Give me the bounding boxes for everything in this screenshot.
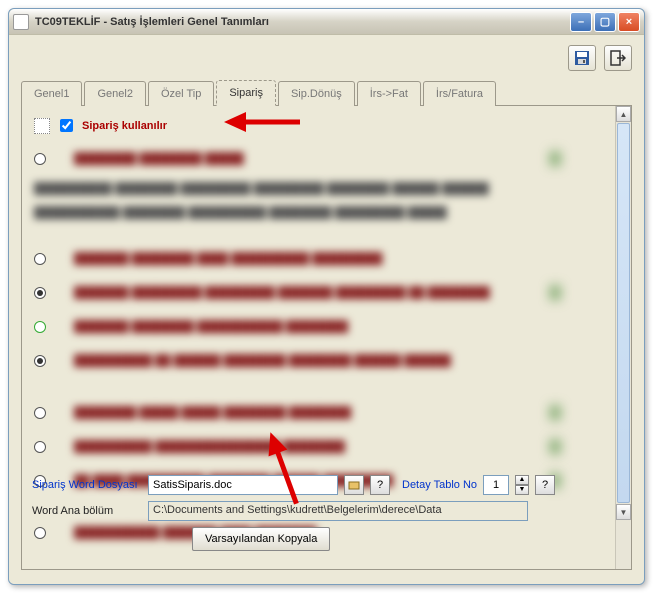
folder-icon bbox=[348, 479, 360, 491]
blurred-option: ███████ ████████ ████ ██████████ ███████… bbox=[74, 249, 382, 269]
app-window: TC09TEKLİF - Satış İşlemleri Genel Tanım… bbox=[8, 8, 645, 585]
blurred-option: ███████ █████████ █████████ ███████ ████… bbox=[74, 283, 490, 303]
bottom-fields: Sipariş Word Dosyası ? Detay Tablo No ▲▼… bbox=[32, 475, 621, 557]
detay-tablo-label: Detay Tablo No bbox=[402, 479, 477, 491]
siparis-kullanilir-row: Sipariş kullanılır bbox=[34, 116, 619, 135]
tab-panel-siparis: Sipariş kullanılır ████████ ████████ ███… bbox=[21, 106, 632, 570]
browse-button[interactable] bbox=[344, 475, 364, 495]
option-radio[interactable] bbox=[34, 355, 46, 367]
tab-genel1[interactable]: Genel1 bbox=[21, 81, 82, 106]
option-radio[interactable] bbox=[34, 153, 46, 165]
help-button-2[interactable]: ? bbox=[535, 475, 555, 495]
option-radio[interactable] bbox=[34, 407, 46, 419]
vertical-scrollbar[interactable]: ▲ ▼ bbox=[615, 106, 631, 569]
scroll-down-button[interactable]: ▼ bbox=[616, 504, 631, 520]
detay-spinner[interactable]: ▲▼ bbox=[515, 475, 529, 495]
word-dosyasi-label: Sipariş Word Dosyası bbox=[32, 479, 142, 491]
blurred-option: ████████ █████ █████ ████████ ████████ bbox=[74, 403, 351, 423]
detay-tablo-input[interactable] bbox=[483, 475, 509, 495]
tab-irs-fat[interactable]: İrs->Fat bbox=[357, 81, 421, 106]
tab-ozel-tip[interactable]: Özel Tip bbox=[148, 81, 214, 106]
option-radio[interactable] bbox=[34, 287, 46, 299]
content-area: Genel1 Genel2 Özel Tip Sipariş Sip.Dönüş… bbox=[9, 35, 644, 584]
spin-down-icon[interactable]: ▼ bbox=[515, 485, 529, 495]
varsayilandan-kopyala-button[interactable]: Varsayılandan Kopyala bbox=[192, 527, 330, 551]
tab-irs-fatura[interactable]: İrs/Fatura bbox=[423, 81, 496, 106]
word-dosyasi-input[interactable] bbox=[148, 475, 338, 495]
blurred-option: ██████████ ██ ██████ ████████ ████████ █… bbox=[74, 351, 451, 371]
spin-up-icon[interactable]: ▲ bbox=[515, 475, 529, 485]
maximize-button[interactable]: ▢ bbox=[594, 12, 616, 32]
save-icon bbox=[574, 50, 590, 66]
tab-genel2[interactable]: Genel2 bbox=[84, 81, 145, 106]
exit-button[interactable] bbox=[604, 45, 632, 71]
scroll-thumb[interactable] bbox=[617, 123, 630, 503]
option-radio[interactable] bbox=[34, 321, 46, 333]
tab-sip-donus[interactable]: Sip.Dönüş bbox=[278, 81, 355, 106]
exit-icon bbox=[610, 50, 626, 66]
blurred-status: █ bbox=[551, 287, 559, 299]
annotation-arrow-1 bbox=[222, 110, 302, 137]
siparis-kullanilir-label: Sipariş kullanılır bbox=[82, 120, 167, 132]
option-radio[interactable] bbox=[34, 441, 46, 453]
help-button-1[interactable]: ? bbox=[370, 475, 390, 495]
titlebar: TC09TEKLİF - Satış İşlemleri Genel Tanım… bbox=[9, 9, 644, 35]
tab-strip: Genel1 Genel2 Özel Tip Sipariş Sip.Dönüş… bbox=[21, 79, 632, 106]
ana-bolum-path: C:\Documents and Settings\kudrett\Belgel… bbox=[148, 501, 528, 521]
blurred-status: █ bbox=[551, 407, 559, 419]
option-radio[interactable] bbox=[34, 253, 46, 265]
blurred-status: █ bbox=[551, 441, 559, 453]
app-icon bbox=[13, 14, 29, 30]
blurred-option: ████████ ████████ █████ bbox=[74, 149, 244, 169]
blurred-text: ███████████ ████████ ██████████ ████████… bbox=[34, 203, 619, 223]
blurred-status: █ bbox=[551, 153, 559, 165]
ana-bolum-label: Word Ana bölüm bbox=[32, 505, 142, 517]
save-button[interactable] bbox=[568, 45, 596, 71]
blurred-option: ███████ ████████ ███████████ ████████ bbox=[74, 317, 348, 337]
blurred-text: ██████████ ████████ █████████ █████████ … bbox=[34, 179, 619, 199]
tab-siparis[interactable]: Sipariş bbox=[216, 80, 276, 106]
close-button[interactable]: × bbox=[618, 12, 640, 32]
siparis-kullanilir-checkbox[interactable] bbox=[60, 119, 73, 132]
toolbar bbox=[21, 45, 632, 71]
minimize-button[interactable]: – bbox=[570, 12, 592, 32]
page-icon bbox=[34, 118, 50, 134]
blurred-option: ██████████ ████████████████ ████████ bbox=[74, 437, 345, 457]
scroll-up-button[interactable]: ▲ bbox=[616, 106, 631, 122]
window-title: TC09TEKLİF - Satış İşlemleri Genel Tanım… bbox=[35, 16, 568, 28]
